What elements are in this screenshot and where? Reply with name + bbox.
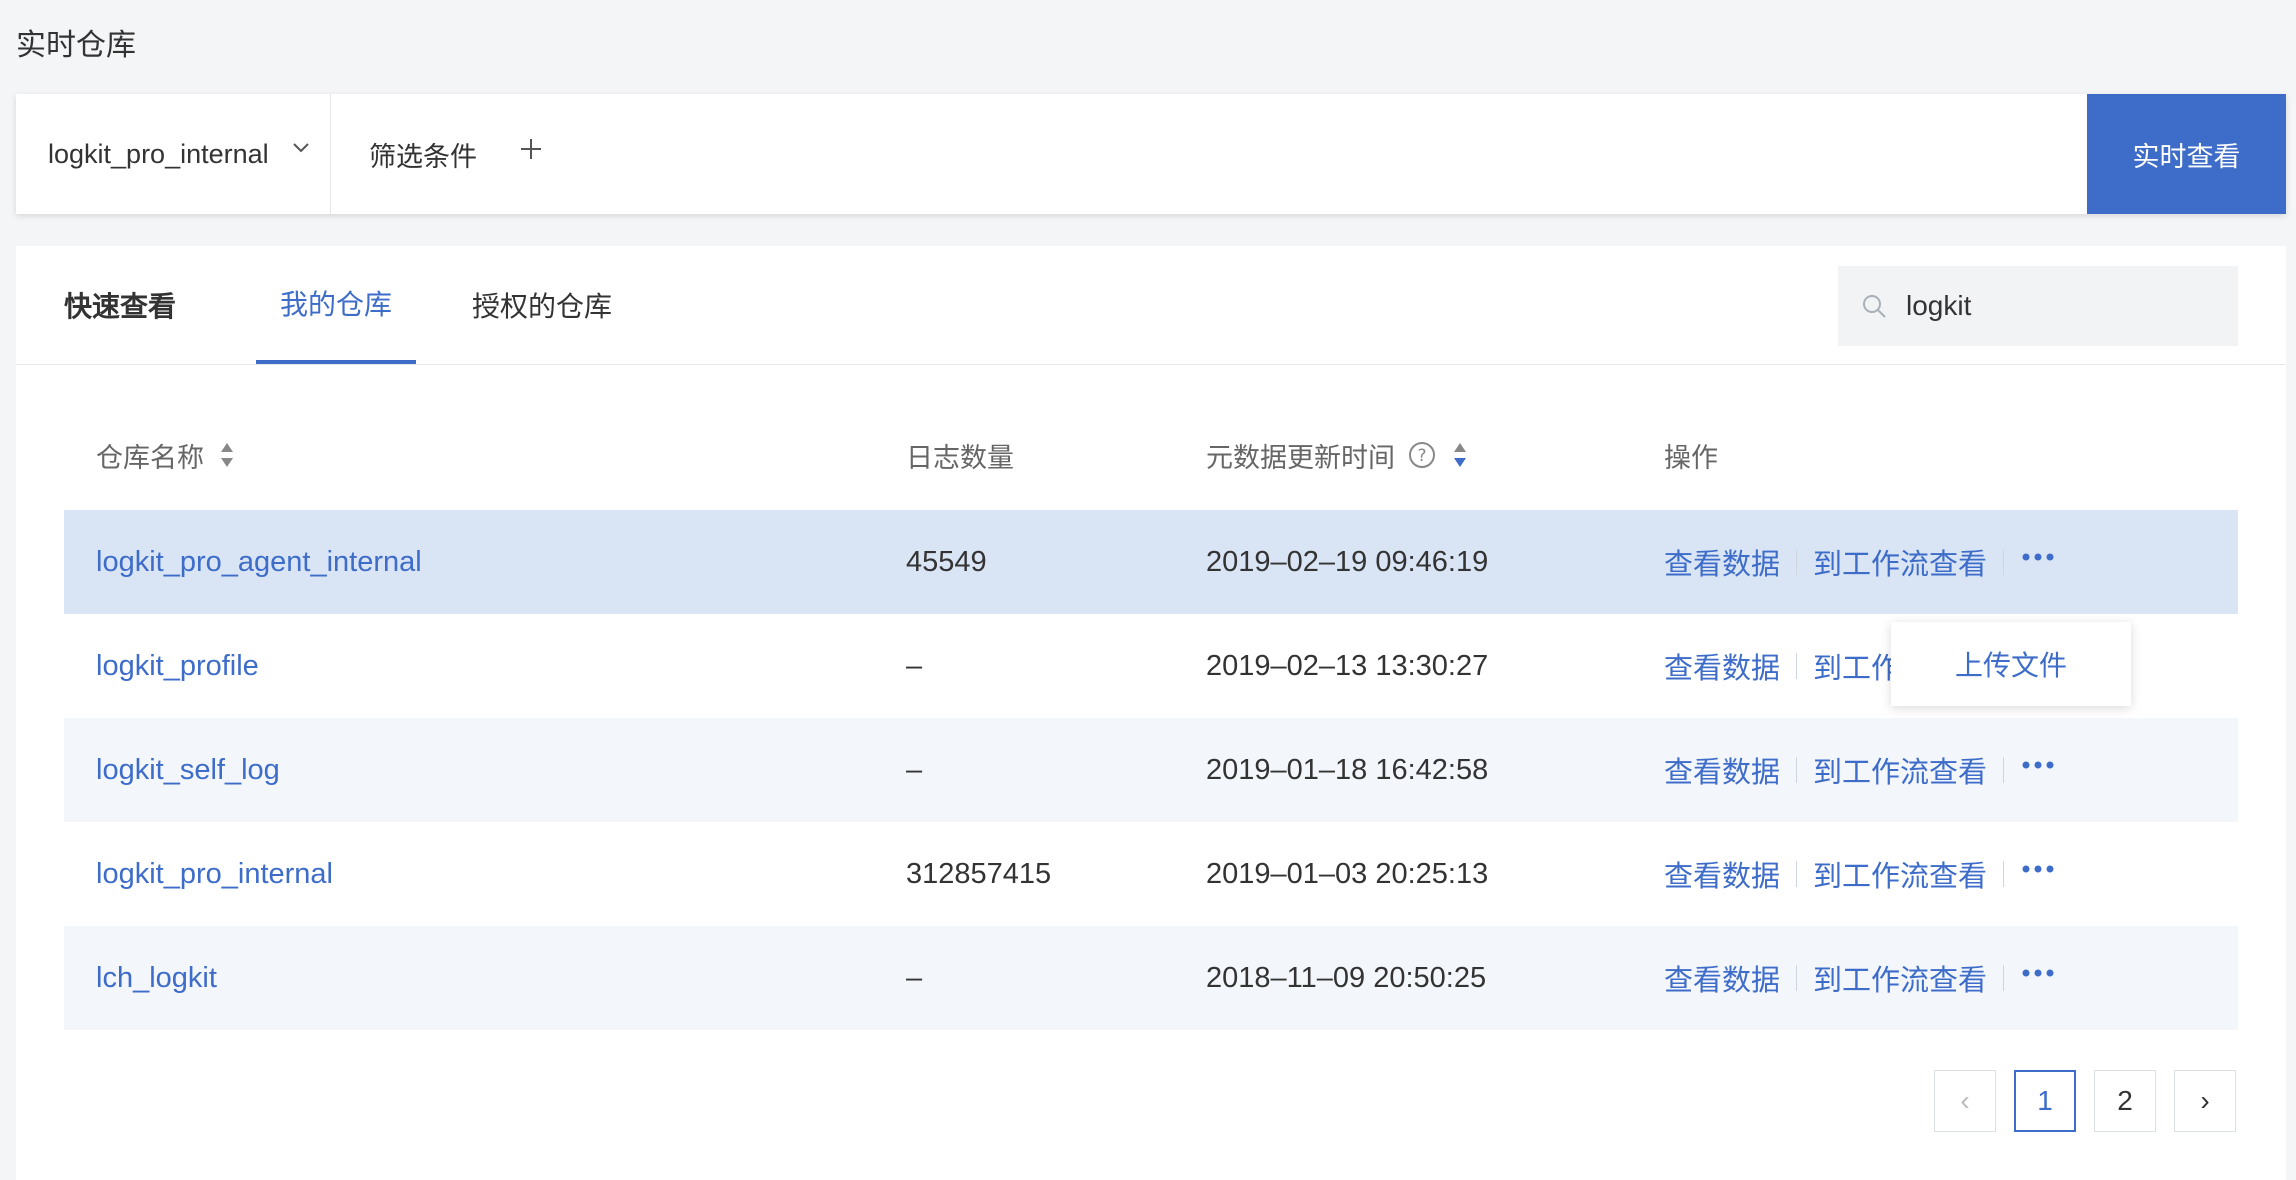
sort-icon[interactable] [218, 440, 236, 470]
more-actions-dropdown: 上传文件 [1891, 622, 2131, 706]
chevron-down-icon [293, 143, 309, 153]
row-actions: 查看数据 到工作流查看 [1664, 926, 2056, 1030]
update-time: 2018–11–09 20:50:25 [1206, 961, 1487, 994]
row-actions: 查看数据 到工作流查看 [1664, 718, 2056, 822]
more-icon[interactable] [2020, 758, 2056, 772]
divider [2003, 549, 2005, 575]
more-icon[interactable] [2020, 550, 2056, 564]
view-data-link[interactable]: 查看数据 [1664, 957, 1780, 999]
workflow-link[interactable]: 到工作流查看 [1813, 853, 1987, 895]
upload-file-item[interactable]: 上传文件 [1955, 644, 2067, 684]
pagination-next-button[interactable]: › [2174, 1070, 2236, 1132]
pagination-page-2[interactable]: 2 [2094, 1070, 2156, 1132]
repo-select-value: logkit_pro_internal [48, 138, 269, 169]
more-icon[interactable] [2020, 966, 2056, 980]
workflow-link[interactable]: 到工作流查看 [1813, 957, 1987, 999]
update-time: 2019–01–18 16:42:58 [1206, 753, 1489, 786]
search-box [1838, 266, 2238, 346]
svg-text:?: ? [1417, 446, 1426, 466]
more-icon[interactable] [2020, 862, 2056, 876]
divider [2003, 861, 2005, 887]
divider [1796, 861, 1798, 887]
pagination-page-1[interactable]: 1 [2014, 1070, 2076, 1132]
row-actions: 查看数据 到工作流查看 [1664, 510, 2056, 614]
divider [2003, 757, 2005, 783]
tab-quick-view[interactable]: 快速查看 [64, 246, 176, 364]
view-data-link[interactable]: 查看数据 [1664, 853, 1780, 895]
query-bar: logkit_pro_internal 筛选条件 实时查看 [16, 94, 2286, 214]
sort-icon[interactable] [1451, 440, 1469, 470]
header-name-cell: 仓库名称 [96, 400, 236, 510]
divider [1796, 653, 1798, 679]
table-row: logkit_self_log – 2019–01–18 16:42:58 查看… [64, 718, 2238, 822]
divider [1796, 965, 1798, 991]
workflow-link[interactable]: 到工作流查看 [1813, 749, 1987, 791]
view-data-link[interactable]: 查看数据 [1664, 645, 1780, 687]
update-time: 2019–01–03 20:25:13 [1206, 857, 1489, 890]
realtime-view-button[interactable]: 实时查看 [2087, 94, 2286, 214]
log-count: 45549 [906, 545, 987, 578]
filter-label: 筛选条件 [369, 141, 477, 172]
help-icon[interactable]: ? [1407, 440, 1437, 470]
row-actions: 查看数据 到工作流 [1664, 614, 1929, 718]
pagination-prev-button[interactable]: ‹ [1934, 1070, 1996, 1132]
workflow-link[interactable]: 到工作流查看 [1813, 541, 1987, 583]
header-time: 元数据更新时间 [1206, 442, 1395, 473]
divider [1796, 757, 1798, 783]
tabs-bar: 快速查看 我的仓库 授权的仓库 [16, 246, 2286, 365]
page-title: 实时仓库 [16, 29, 136, 62]
header-time-cell: 元数据更新时间 ? [1206, 400, 1469, 510]
row-actions: 查看数据 到工作流查看 [1664, 822, 2056, 926]
log-count: – [906, 961, 923, 994]
search-icon [1863, 295, 1886, 318]
divider [2003, 965, 2005, 991]
header-ops: 操作 [1664, 442, 1718, 473]
log-count: 312857415 [906, 857, 1052, 890]
table-row: logkit_pro_agent_internal 45549 2019–02–… [64, 510, 2238, 614]
repo-select[interactable]: logkit_pro_internal [16, 94, 331, 214]
repo-name-link[interactable]: logkit_self_log [96, 718, 280, 822]
header-count: 日志数量 [906, 442, 1014, 473]
repo-name-link[interactable]: logkit_pro_agent_internal [96, 510, 422, 614]
tab-authorized-repos[interactable]: 授权的仓库 [472, 246, 612, 364]
table-header: 仓库名称 日志数量 元数据更新时间 ? 操作 [64, 400, 2238, 510]
view-data-link[interactable]: 查看数据 [1664, 541, 1780, 583]
log-count: – [906, 649, 923, 682]
repo-name-link[interactable]: lch_logkit [96, 926, 217, 1030]
table-row: lch_logkit – 2018–11–09 20:50:25 查看数据 到工… [64, 926, 2238, 1030]
tab-my-repos[interactable]: 我的仓库 [256, 246, 416, 364]
repo-name-link[interactable]: logkit_pro_internal [96, 822, 333, 926]
divider [1796, 549, 1798, 575]
log-count: – [906, 753, 923, 786]
update-time: 2019–02–13 13:30:27 [1206, 649, 1489, 682]
header-name: 仓库名称 [96, 442, 204, 473]
repo-panel: 快速查看 我的仓库 授权的仓库 仓库名称 日志数量 元数据更新时间 [16, 246, 2286, 1180]
repo-name-link[interactable]: logkit_profile [96, 614, 259, 718]
update-time: 2019–02–19 09:46:19 [1206, 545, 1489, 578]
view-data-link[interactable]: 查看数据 [1664, 749, 1780, 791]
add-filter-icon[interactable] [516, 134, 546, 164]
table-row: logkit_pro_internal 312857415 2019–01–03… [64, 822, 2238, 926]
repo-table: 仓库名称 日志数量 元数据更新时间 ? 操作 logkit_pro_agent_… [64, 400, 2238, 1030]
search-input[interactable] [1904, 289, 2228, 323]
